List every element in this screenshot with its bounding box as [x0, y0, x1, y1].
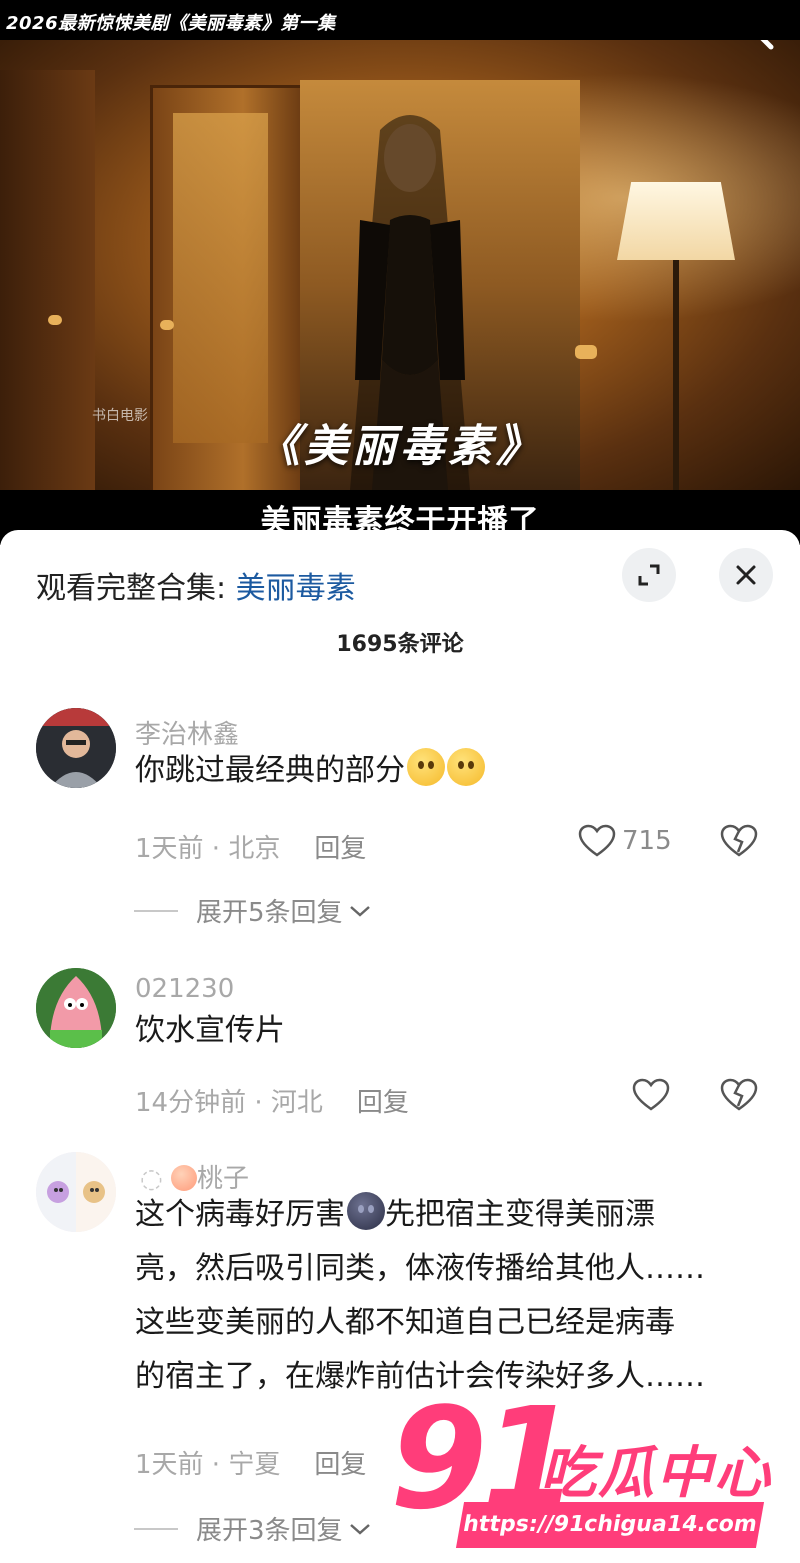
username[interactable]: 021230: [135, 974, 234, 1004]
reply-button[interactable]: 回复: [314, 834, 366, 864]
avatar[interactable]: [36, 708, 116, 788]
like-count: 715: [622, 826, 672, 856]
expand-replies[interactable]: 展开5条回复: [134, 892, 373, 929]
door-knob: [48, 315, 62, 325]
broken-heart-icon: [720, 1078, 758, 1111]
heart-icon: [632, 1078, 670, 1111]
comment-line: 亮，然后吸引同类，体液传播给其他人……: [135, 1251, 705, 1286]
expand-replies[interactable]: 展开3条回复: [134, 1510, 373, 1547]
expand-replies-label: 展开5条回复: [196, 898, 343, 928]
emoji-icon: [447, 748, 485, 786]
time-location: 1天前 · 北京: [135, 834, 281, 864]
heart-icon: [578, 824, 616, 857]
collection-link[interactable]: 美丽毒素: [236, 571, 356, 606]
like-button[interactable]: 715: [578, 824, 672, 858]
close-button[interactable]: [719, 548, 773, 602]
collection-prefix: 观看完整合集:: [36, 571, 236, 606]
watermark-name: 吃瓜中心: [540, 1441, 772, 1506]
like-button[interactable]: [632, 1078, 670, 1112]
video-frame: 书白电影 《美丽毒素》: [0, 40, 800, 496]
dislike-button[interactable]: [720, 1078, 758, 1116]
comment-text: 这个病毒好厉害 先把宿主变得美丽漂 亮，然后吸引同类，体液传播给其他人…… 这些变…: [135, 1188, 755, 1404]
video-overlay-title: 《美丽毒素》: [256, 421, 544, 472]
video-player[interactable]: 书白电影 《美丽毒素》 2026最新惊悚美剧《美丽毒素》第一集 美丽毒素终于开播…: [0, 0, 800, 545]
watermark-url: https://91chigua14.com: [455, 1502, 765, 1548]
dislike-button[interactable]: [720, 824, 758, 862]
emoji-icon: [407, 748, 445, 786]
comment-meta: 14分钟前 · 河北 回复: [135, 1082, 409, 1119]
collection-row: 观看完整合集: 美丽毒素: [36, 563, 356, 607]
time-location: 1天前 · 宁夏: [135, 1450, 281, 1480]
comment-line-part: 先把宿主变得美丽漂: [385, 1197, 655, 1232]
emoji-icon: [347, 1192, 385, 1230]
reply-button[interactable]: 回复: [314, 1450, 366, 1480]
comment-text: 饮水宣传片: [135, 1013, 285, 1048]
time-location: 14分钟前 · 河北: [135, 1088, 323, 1118]
reply-button[interactable]: 回复: [357, 1088, 409, 1118]
site-watermark: 91 吃瓜中心 https://91chigua14.com: [380, 1390, 800, 1563]
comment-count: 1695条评论: [336, 632, 464, 657]
chevron-down-icon: [349, 1523, 370, 1535]
video-title: 2026最新惊悚美剧《美丽毒素》第一集: [6, 13, 336, 34]
door-knob: [160, 320, 174, 330]
avatar[interactable]: [36, 968, 116, 1048]
avatar[interactable]: [36, 1152, 116, 1232]
comment-text: 你跳过最经典的部分: [135, 744, 485, 798]
comment-meta: 1天前 · 宁夏 回复: [135, 1444, 366, 1481]
comment-text-body: 你跳过最经典的部分: [135, 753, 405, 788]
door-handle: [575, 345, 597, 359]
chevron-down-icon: [349, 905, 370, 917]
broken-heart-icon: [720, 824, 758, 857]
expand-icon: [638, 564, 660, 586]
comment-line: 这些变美丽的人都不知道自己已经是病毒: [135, 1305, 675, 1340]
expand-button[interactable]: [622, 548, 676, 602]
close-icon: [736, 565, 756, 585]
scene-lamp: [617, 182, 735, 260]
comment-line: 这个病毒好厉害 先把宿主变得美丽漂: [135, 1188, 755, 1242]
comment-meta: 1天前 · 北京 回复: [135, 828, 366, 865]
video-top-bar: 2026最新惊悚美剧《美丽毒素》第一集: [0, 0, 800, 40]
expand-replies-label: 展开3条回复: [196, 1516, 343, 1546]
comment-line-part: 这个病毒好厉害: [135, 1197, 345, 1232]
